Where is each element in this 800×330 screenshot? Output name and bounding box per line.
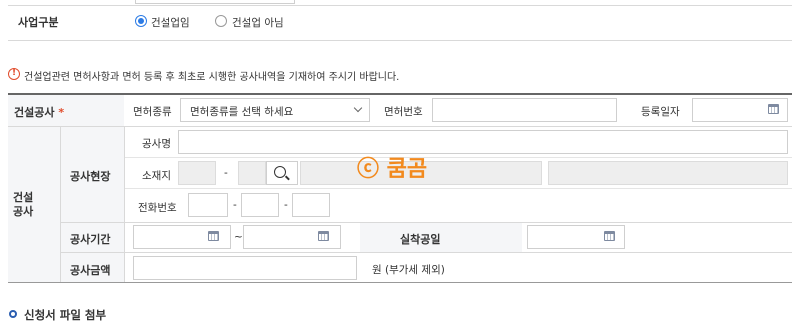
address-detail-input[interactable] bbox=[548, 161, 788, 185]
bullet-icon bbox=[9, 310, 17, 318]
location-label: 소재지 bbox=[142, 170, 171, 182]
notice-text: 건설업관련 면허사항과 면허 등록 후 최초로 시행한 공사내역을 기재하여 주… bbox=[24, 72, 400, 83]
radio-not-construction-label: 건설업 아님 bbox=[232, 17, 284, 29]
construction-section-label: 건설 공사 bbox=[13, 191, 33, 219]
zipcode-input-1[interactable] bbox=[178, 161, 216, 185]
divider bbox=[8, 5, 792, 6]
divider bbox=[61, 252, 792, 253]
license-number-label: 면허번호 bbox=[384, 106, 423, 118]
warning-icon: ! bbox=[8, 68, 20, 80]
search-icon[interactable] bbox=[274, 166, 286, 178]
required-mark: * bbox=[58, 106, 65, 119]
license-type-placeholder: 면허종류를 선택 하세요 bbox=[190, 106, 294, 118]
calendar-icon[interactable] bbox=[768, 104, 779, 114]
site-label: 공사현장 bbox=[70, 170, 111, 183]
actual-start-label: 실착공일 bbox=[400, 233, 441, 246]
divider bbox=[125, 157, 792, 158]
business-type-label: 사업구분 bbox=[18, 16, 59, 29]
registration-date-label: 등록일자 bbox=[641, 106, 680, 118]
divider bbox=[8, 40, 792, 41]
tilde: ~ bbox=[234, 231, 243, 243]
amount-unit: 원 (부가세 제외) bbox=[372, 264, 445, 276]
construction-company-label: 건설공사 * bbox=[14, 106, 65, 119]
calendar-icon[interactable] bbox=[604, 231, 615, 241]
dash: - bbox=[233, 199, 237, 211]
phone-input-1[interactable] bbox=[188, 193, 228, 217]
divider bbox=[125, 188, 792, 189]
construction-name-label: 공사명 bbox=[142, 138, 171, 150]
radio-construction[interactable] bbox=[135, 15, 147, 27]
radio-not-construction[interactable] bbox=[215, 15, 227, 27]
construction-name-input[interactable] bbox=[178, 130, 788, 154]
attachment-title: 신청서 파일 첨부 bbox=[24, 308, 107, 322]
section-label-line1: 건설 bbox=[13, 191, 34, 204]
dash: - bbox=[224, 167, 228, 179]
phone-label: 전화번호 bbox=[138, 202, 177, 214]
column-divider-vertical bbox=[124, 127, 125, 282]
calendar-icon[interactable] bbox=[318, 231, 329, 241]
dash: - bbox=[284, 199, 288, 211]
table-top-border bbox=[8, 93, 792, 95]
zipcode-input-2[interactable] bbox=[238, 161, 266, 185]
table-bottom-border bbox=[8, 282, 792, 283]
section-label-line2: 공사 bbox=[13, 205, 34, 218]
divider bbox=[8, 126, 792, 127]
license-type-label: 면허종류 bbox=[133, 106, 172, 118]
period-label: 공사기간 bbox=[70, 233, 111, 246]
clipped-top-field bbox=[135, 0, 295, 4]
license-number-input[interactable] bbox=[432, 98, 617, 122]
radio-construction-label: 건설업임 bbox=[151, 17, 190, 29]
calendar-icon[interactable] bbox=[208, 231, 219, 241]
amount-input[interactable] bbox=[133, 256, 357, 280]
phone-input-3[interactable] bbox=[292, 193, 330, 217]
watermark: ⓒ 쿰곰 bbox=[357, 157, 428, 182]
amount-label: 공사금액 bbox=[70, 264, 111, 277]
actual-start-label-cell bbox=[360, 223, 522, 252]
phone-input-2[interactable] bbox=[241, 193, 279, 217]
